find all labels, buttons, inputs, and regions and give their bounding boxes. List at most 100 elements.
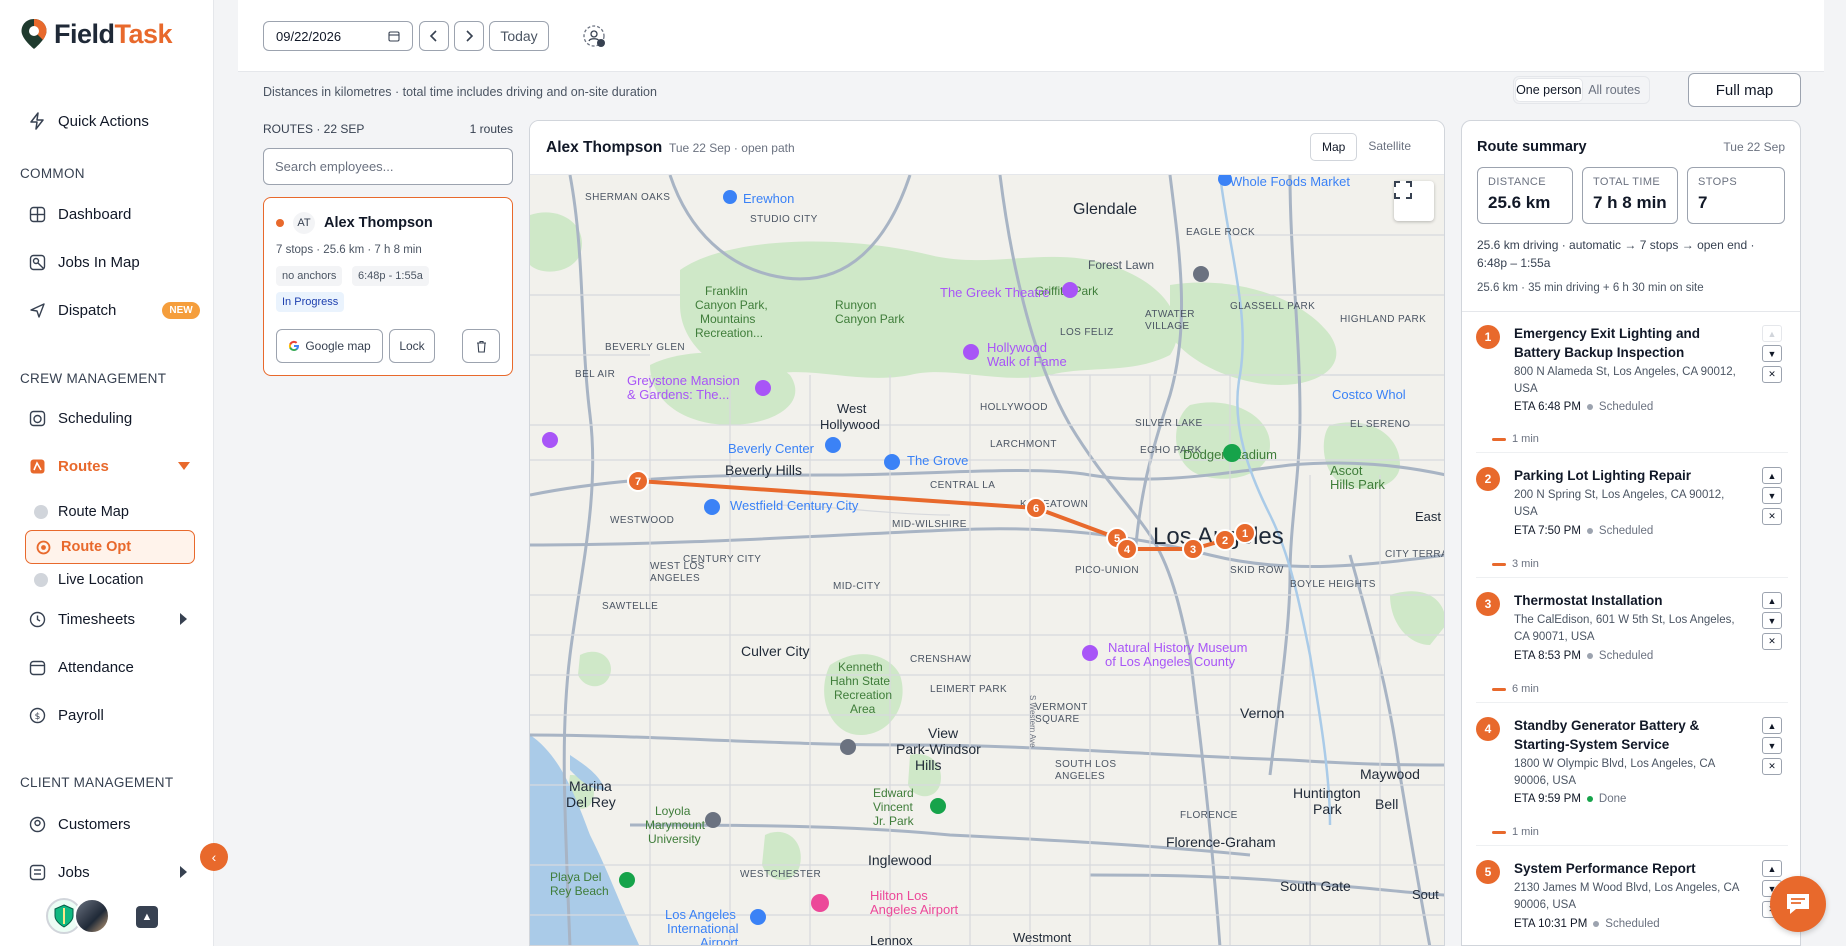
move-up-button[interactable]: ▲: [1762, 467, 1782, 484]
nav-quick-actions[interactable]: Quick Actions: [28, 112, 149, 130]
map-type-toggle[interactable]: Map Satellite: [1310, 133, 1422, 161]
status-dot: [1586, 404, 1593, 410]
move-up-button[interactable]: ▲: [1762, 325, 1782, 342]
one-person-tab[interactable]: One person: [1516, 79, 1582, 101]
fullscreen-button[interactable]: [1394, 181, 1434, 221]
status-text: Scheduled: [1598, 525, 1654, 537]
nav-timesheets[interactable]: Timesheets: [28, 610, 135, 628]
chevron-right-icon[interactable]: [180, 866, 187, 878]
button-label: Google map: [305, 339, 371, 353]
map-label: South Gate: [1280, 878, 1351, 894]
user-avatars[interactable]: [46, 898, 110, 934]
nav-dispatch[interactable]: Dispatch NEW: [28, 301, 200, 319]
svg-text:3: 3: [1190, 544, 1196, 556]
map-pin-icon: [28, 253, 46, 271]
svg-text:Los Angeles: Los Angeles: [665, 907, 736, 922]
nav-customers[interactable]: Customers: [28, 815, 131, 833]
nav-route-map[interactable]: Route Map: [34, 504, 129, 520]
svg-text:Jr. Park: Jr. Park: [873, 814, 915, 828]
all-routes-tab[interactable]: All routes: [1582, 79, 1648, 101]
map-label: BOYLE HEIGHTS: [1290, 579, 1376, 590]
map-canvas[interactable]: SHERMAN OAKS STUDIO CITY EAGLE ROCK ATWA…: [530, 175, 1445, 946]
nav-scheduling[interactable]: Scheduling: [28, 409, 132, 427]
stop-eta: ETA 10:31 PM Scheduled: [1514, 918, 1660, 930]
status-dot: [1586, 653, 1593, 659]
user-settings-icon[interactable]: [582, 24, 608, 50]
move-down-button[interactable]: ▼: [1762, 345, 1782, 362]
nav-payroll[interactable]: $ Payroll: [28, 706, 104, 724]
employee-search-input[interactable]: Search employees...: [263, 148, 513, 185]
remove-stop-button[interactable]: ✕: [1762, 758, 1782, 775]
nav-live-location[interactable]: Live Location: [34, 572, 143, 588]
route-stop-7[interactable]: 7: [627, 470, 649, 492]
nav-label: Live Location: [58, 572, 144, 588]
chevron-up-icon[interactable]: ▲: [136, 906, 158, 928]
stop-address: 800 N Alameda St, Los Angeles, CA 90012,…: [1514, 366, 1736, 395]
new-badge: NEW: [162, 301, 200, 319]
route-stop-3[interactable]: 3: [1182, 538, 1204, 560]
employee-route-card[interactable]: AT Alex Thompson 7 stops · 25.6 km · 7 h…: [263, 197, 513, 376]
map-label: Bell: [1375, 796, 1398, 812]
status-dot: [1586, 796, 1593, 802]
view-toggle[interactable]: One person All routes: [1513, 76, 1650, 104]
map-label: CITY TERRACE: [1385, 549, 1445, 560]
chevron-right-icon[interactable]: [180, 613, 187, 625]
stop-address: 1800 W Olympic Blvd, Los Angeles, CA 900…: [1514, 758, 1715, 787]
route-stop-2[interactable]: 2: [1214, 529, 1236, 551]
stat-label: TOTAL TIME: [1593, 176, 1661, 188]
move-down-button[interactable]: ▼: [1762, 487, 1782, 504]
route-stop-4[interactable]: 4: [1116, 538, 1138, 560]
move-down-button[interactable]: ▼: [1762, 612, 1782, 629]
nav-route-opt[interactable]: Route Opt: [25, 530, 195, 564]
calendar-clock-icon: [28, 409, 46, 427]
route-stop-1[interactable]: 1: [1234, 522, 1256, 544]
svg-text:Hills: Hills: [915, 757, 941, 773]
user-avatar[interactable]: [74, 898, 110, 934]
delete-button[interactable]: [462, 329, 500, 363]
svg-text:Mountains: Mountains: [700, 312, 755, 326]
nav-attendance[interactable]: Attendance: [28, 658, 134, 676]
remove-stop-button[interactable]: ✕: [1762, 366, 1782, 383]
lock-button[interactable]: Lock: [389, 329, 435, 363]
collapse-sidebar-button[interactable]: ‹: [200, 843, 228, 871]
routes-header: ROUTES · 22 SEP 1 routes: [263, 122, 513, 136]
gap-text: 3 min: [1512, 558, 1539, 570]
move-up-button[interactable]: ▲: [1762, 592, 1782, 609]
move-up-button[interactable]: ▲: [1762, 860, 1782, 877]
nav-jobs[interactable]: Jobs: [28, 863, 90, 881]
date-picker[interactable]: 09/22/2026: [263, 21, 413, 51]
today-button[interactable]: Today: [489, 21, 549, 51]
app-logo[interactable]: FieldTask: [20, 18, 173, 50]
google-icon: [289, 340, 300, 351]
nav-routes[interactable]: Routes: [28, 457, 109, 475]
chevron-down-icon[interactable]: [178, 462, 190, 470]
distance-hint: Distances in kilometres · total time inc…: [263, 85, 657, 99]
svg-text:Marymount: Marymount: [645, 818, 706, 832]
nav-jobs-in-map[interactable]: Jobs In Map: [28, 253, 140, 271]
map-tab[interactable]: Map: [1310, 133, 1358, 161]
move-up-button[interactable]: ▲: [1762, 717, 1782, 734]
next-day-button[interactable]: [454, 21, 484, 51]
user-circle-icon: [28, 815, 46, 833]
full-map-button[interactable]: Full map: [1688, 73, 1801, 107]
routes-count: 1 routes: [469, 122, 513, 136]
svg-text:ANGELES: ANGELES: [650, 573, 700, 584]
prev-day-button[interactable]: [419, 21, 449, 51]
remove-stop-button[interactable]: ✕: [1762, 633, 1782, 650]
map-label: Vernon: [1240, 705, 1284, 721]
jobs-icon: [28, 863, 46, 881]
route-stop-6[interactable]: 6: [1025, 497, 1047, 519]
remove-stop-button[interactable]: ✕: [1762, 508, 1782, 525]
map-label: EL SERENO: [1350, 419, 1410, 430]
svg-text:& Gardens: The...: & Gardens: The...: [627, 387, 729, 402]
nav-dashboard[interactable]: Dashboard: [28, 205, 131, 223]
map-svg[interactable]: SHERMAN OAKS STUDIO CITY EAGLE ROCK ATWA…: [530, 175, 1445, 946]
map-label: Whole Foods Market: [1230, 175, 1350, 189]
chat-support-button[interactable]: [1770, 876, 1826, 932]
svg-text:Recreation: Recreation: [834, 688, 892, 702]
move-down-button[interactable]: ▼: [1762, 737, 1782, 754]
summary-date: Tue 22 Sep: [1723, 140, 1785, 154]
map-header: Alex Thompson Tue 22 Sep · open path Map…: [530, 121, 1444, 175]
satellite-tab[interactable]: Satellite: [1357, 133, 1422, 161]
google-map-button[interactable]: Google map: [276, 329, 383, 363]
